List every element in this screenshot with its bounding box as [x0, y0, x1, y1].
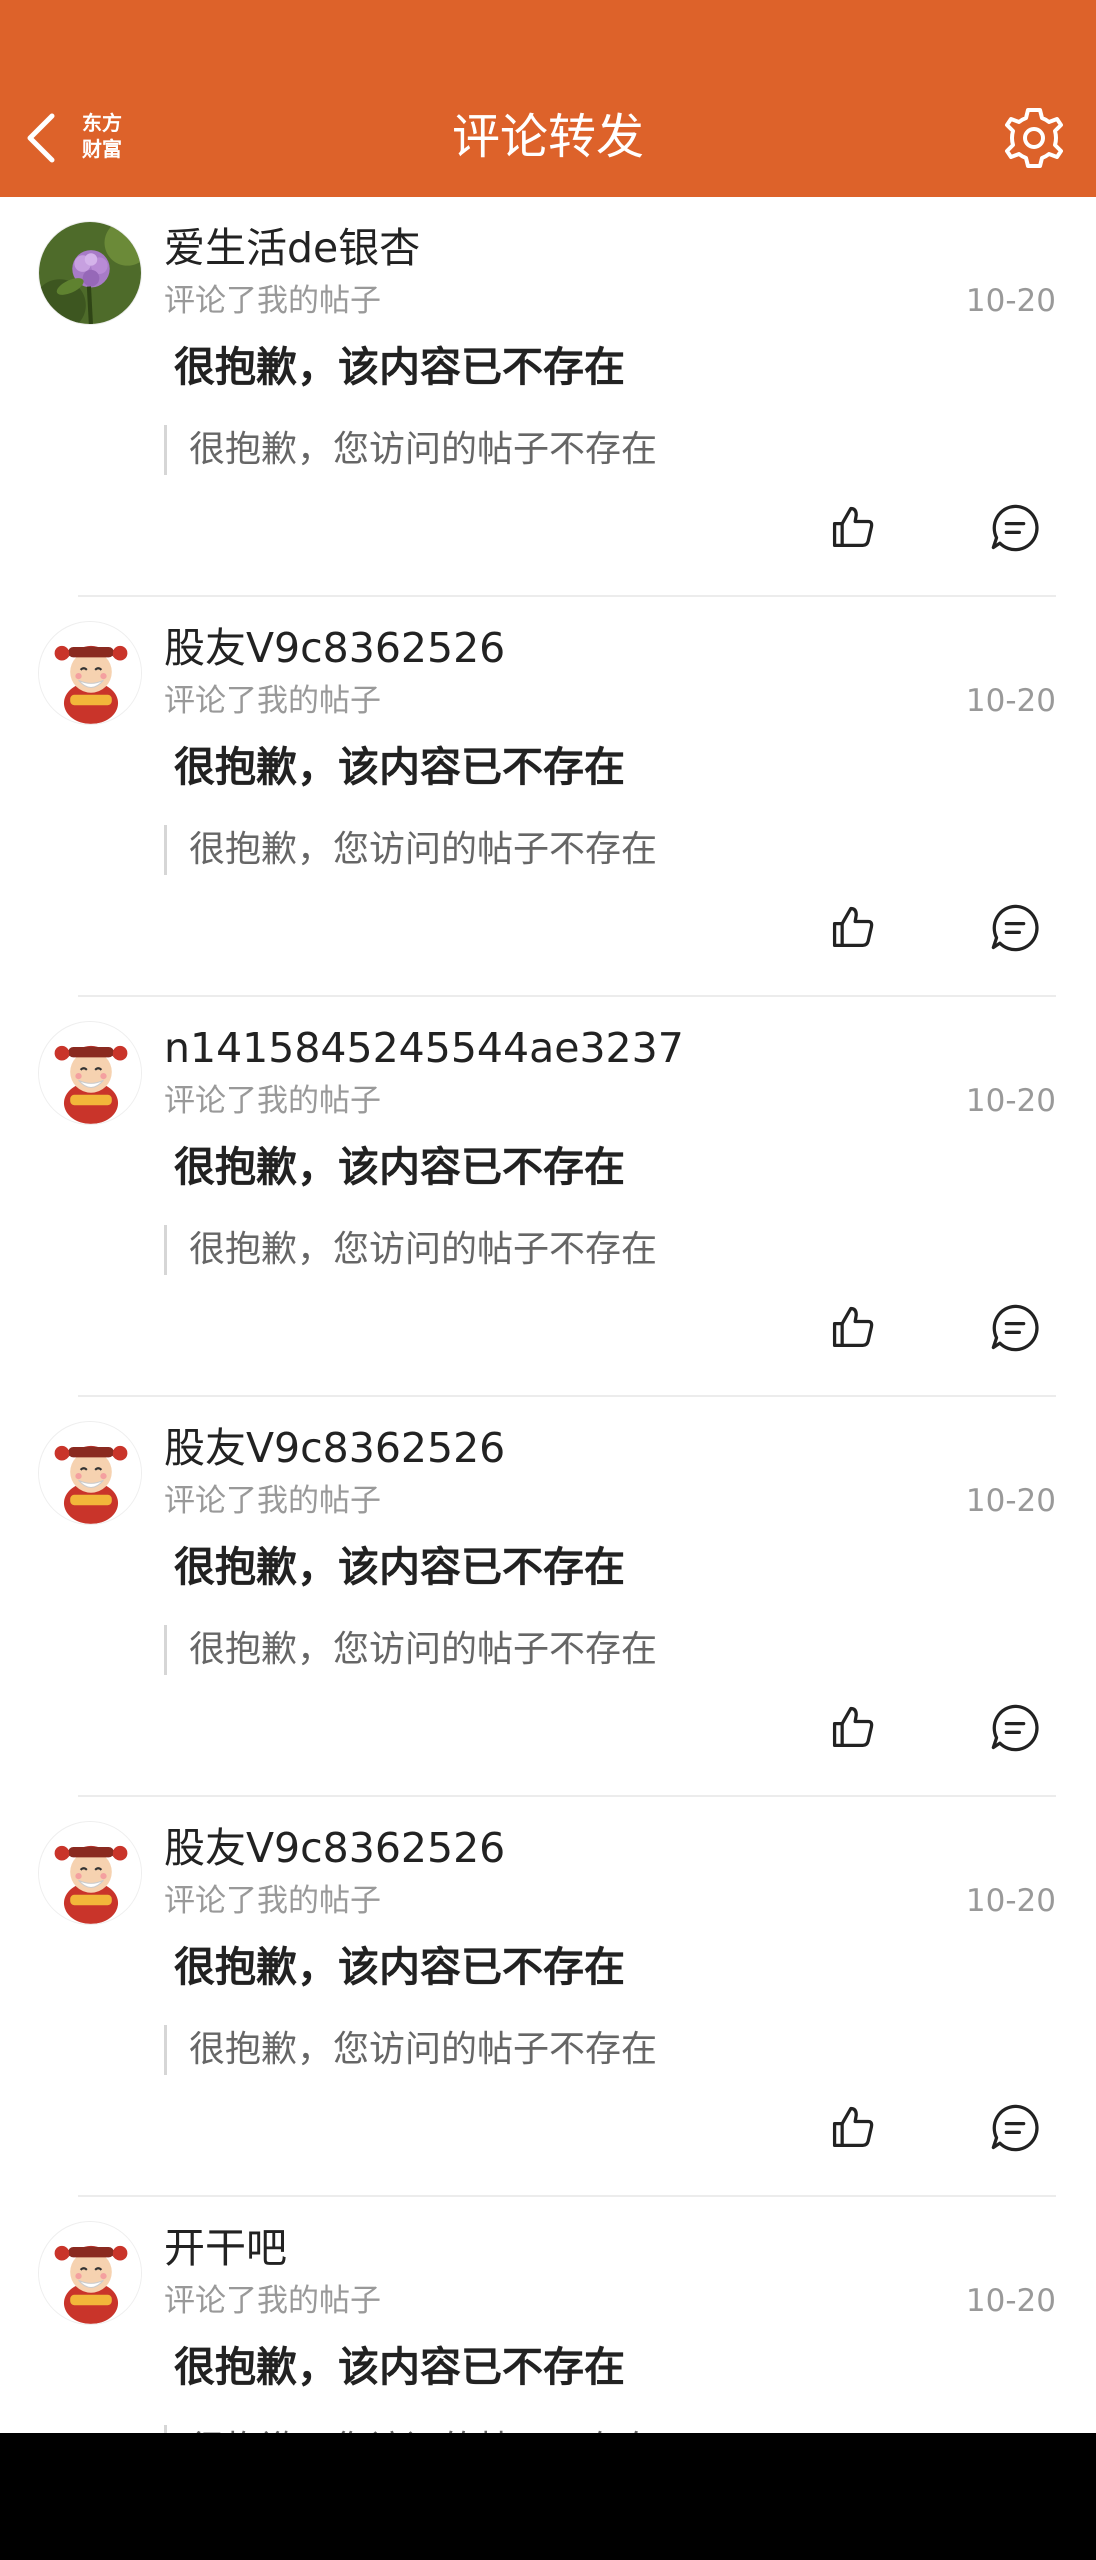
comment-text: 很抱歉，该内容已不存在 [174, 343, 625, 391]
thumbs-up-icon [827, 1302, 879, 1354]
app-header: 东方 财富 评论转发 [0, 0, 1096, 197]
action-text: 评论了我的帖子 [164, 1483, 381, 1519]
action-text: 评论了我的帖子 [164, 1883, 381, 1919]
username[interactable]: 股友V9c8362526 [164, 619, 505, 677]
like-button[interactable] [822, 1297, 884, 1359]
username[interactable]: 股友V9c8362526 [164, 1419, 505, 1477]
gear-icon [1005, 108, 1063, 168]
list-item[interactable]: 股友V9c8362526 评论了我的帖子 10-20 很抱歉，该内容已不存在 很… [0, 1397, 1096, 1797]
quoted-post[interactable]: 很抱歉，您访问的帖子不存在 [164, 825, 657, 875]
action-text: 评论了我的帖子 [164, 2283, 381, 2319]
action-text: 评论了我的帖子 [164, 683, 381, 719]
page-title: 评论转发 [451, 109, 644, 165]
fortune-god-icon [39, 622, 142, 725]
comment-text: 很抱歉，该内容已不存在 [174, 1543, 625, 1591]
date: 10-20 [965, 1883, 1056, 1919]
username[interactable]: n1415845245544ae3237 [164, 1019, 684, 1077]
quoted-post[interactable]: 很抱歉，您访问的帖子不存在 [164, 2025, 657, 2075]
comment-icon [989, 902, 1041, 954]
fortune-god-icon [39, 1422, 142, 1525]
reply-button[interactable] [984, 1697, 1046, 1759]
avatar[interactable] [38, 1021, 142, 1125]
comment-text: 很抱歉，该内容已不存在 [174, 1943, 625, 1991]
reply-button[interactable] [984, 897, 1046, 959]
avatar[interactable] [38, 1421, 142, 1525]
reply-button[interactable] [984, 2097, 1046, 2159]
quoted-post[interactable]: 很抱歉，您访问的帖子不存在 [164, 425, 657, 475]
list-item[interactable]: 爱生活de银杏 评论了我的帖子 10-20 很抱歉，该内容已不存在 很抱歉，您访… [0, 197, 1096, 597]
thumbs-up-icon [827, 902, 879, 954]
fortune-god-icon [39, 1822, 142, 1925]
date: 10-20 [965, 2283, 1056, 2319]
date: 10-20 [965, 283, 1056, 319]
list-item[interactable]: 股友V9c8362526 评论了我的帖子 10-20 很抱歉，该内容已不存在 很… [0, 1797, 1096, 2197]
thumbs-up-icon [827, 2102, 879, 2154]
action-text: 评论了我的帖子 [164, 283, 381, 319]
fortune-god-icon [39, 1022, 142, 1125]
thumbs-up-icon [827, 502, 879, 554]
username[interactable]: 开干吧 [164, 2219, 287, 2277]
settings-button[interactable] [1000, 104, 1068, 172]
quoted-post[interactable]: 很抱歉，您访问的帖子不存在 [164, 2425, 657, 2433]
date: 10-20 [965, 1483, 1056, 1519]
comment-text: 很抱歉，该内容已不存在 [174, 1143, 625, 1191]
list-item[interactable]: 股友V9c8362526 评论了我的帖子 10-20 很抱歉，该内容已不存在 很… [0, 597, 1096, 997]
action-text: 评论了我的帖子 [164, 1083, 381, 1119]
list-item[interactable]: n1415845245544ae3237 评论了我的帖子 10-20 很抱歉，该… [0, 997, 1096, 1397]
like-button[interactable] [822, 1697, 884, 1759]
avatar[interactable] [38, 2221, 142, 2325]
reply-button[interactable] [984, 1297, 1046, 1359]
comment-icon [989, 1702, 1041, 1754]
username[interactable]: 股友V9c8362526 [164, 1819, 505, 1877]
comment-text: 很抱歉，该内容已不存在 [174, 2343, 625, 2391]
reply-button[interactable] [984, 497, 1046, 559]
avatar[interactable] [38, 1821, 142, 1925]
like-button[interactable] [822, 497, 884, 559]
like-button[interactable] [822, 897, 884, 959]
comment-icon [989, 502, 1041, 554]
fortune-god-icon [39, 2222, 142, 2325]
date: 10-20 [965, 1083, 1056, 1119]
quoted-post[interactable]: 很抱歉，您访问的帖子不存在 [164, 1625, 657, 1675]
system-navigation-bar [0, 2433, 1096, 2560]
username[interactable]: 爱生活de银杏 [164, 219, 420, 277]
date: 10-20 [965, 683, 1056, 719]
comment-icon [989, 1302, 1041, 1354]
like-button[interactable] [822, 2097, 884, 2159]
comment-icon [989, 2102, 1041, 2154]
avatar[interactable] [38, 621, 142, 725]
thumbs-up-icon [827, 1702, 879, 1754]
list-item[interactable]: 开干吧 评论了我的帖子 10-20 很抱歉，该内容已不存在 很抱歉，您访问的帖子… [0, 2197, 1096, 2433]
avatar[interactable] [38, 221, 142, 325]
notification-list: 爱生活de银杏 评论了我的帖子 10-20 很抱歉，该内容已不存在 很抱歉，您访… [0, 197, 1096, 2433]
flower-photo-icon [39, 222, 142, 325]
comment-text: 很抱歉，该内容已不存在 [174, 743, 625, 791]
quoted-post[interactable]: 很抱歉，您访问的帖子不存在 [164, 1225, 657, 1275]
